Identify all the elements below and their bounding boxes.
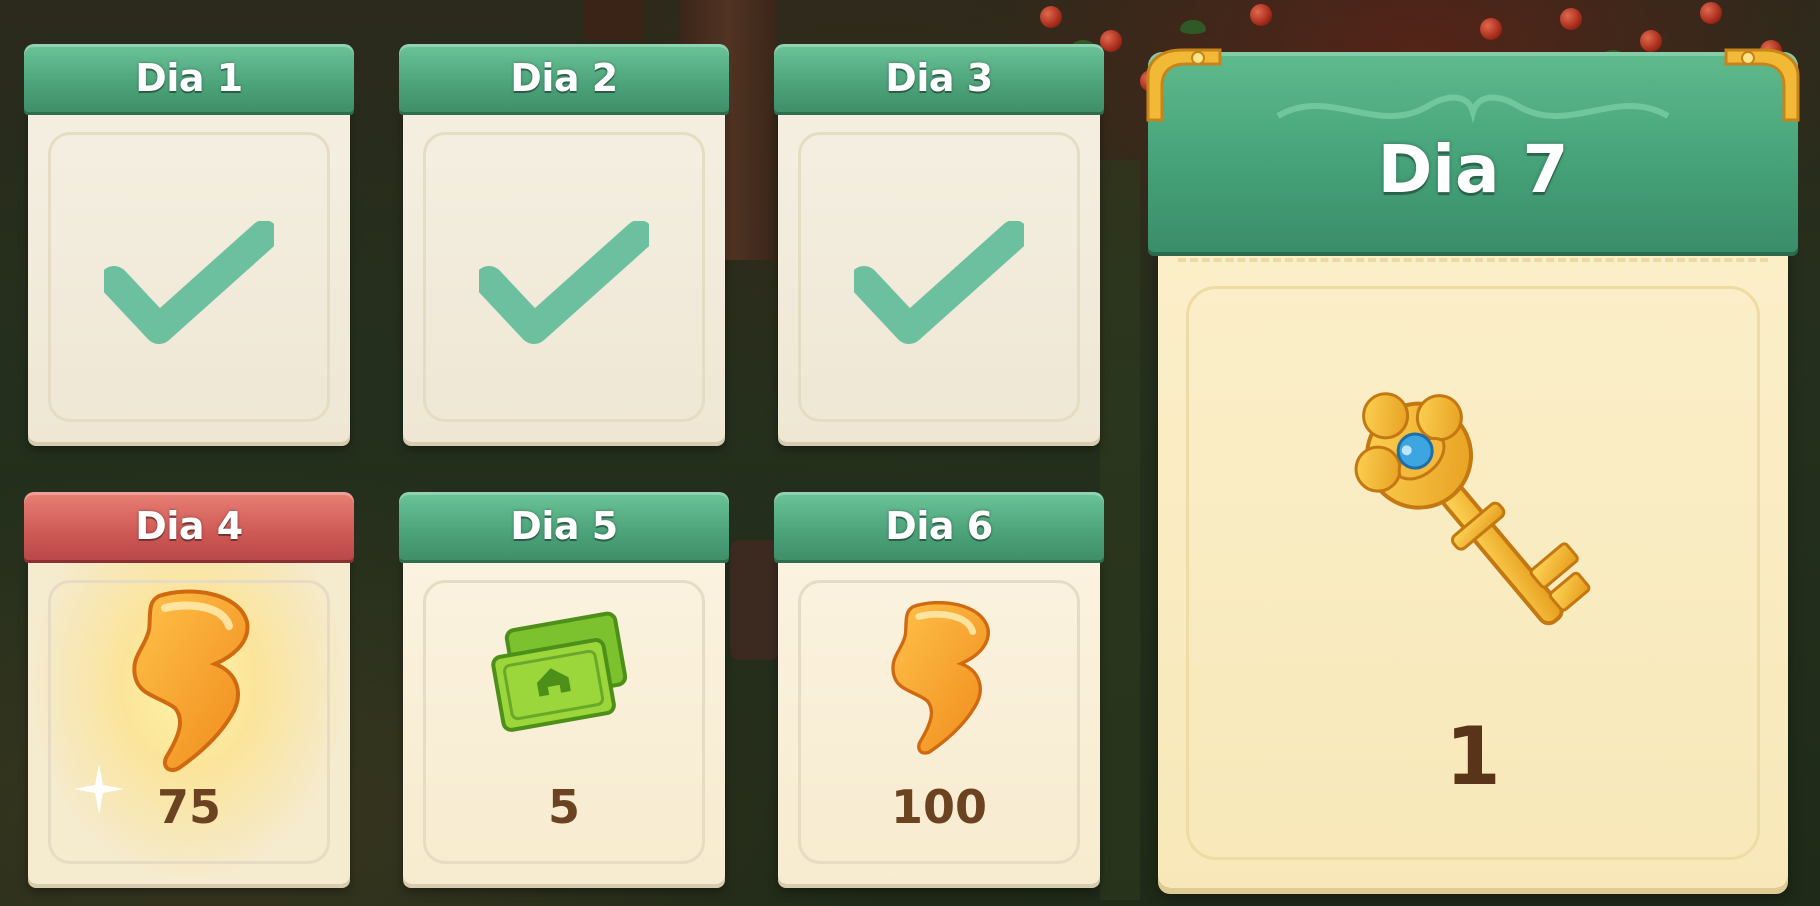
gold-corner-icon — [1146, 48, 1222, 122]
paper — [403, 102, 725, 442]
paper: 100 — [778, 550, 1100, 884]
day-banner: Dia 7 — [1148, 52, 1798, 252]
day-title: Dia 3 — [885, 56, 993, 100]
day-card-2: Dia 2 — [399, 44, 729, 442]
day-card-4[interactable]: 75 Dia 4 — [24, 492, 354, 884]
day-title: Dia 5 — [510, 504, 618, 548]
paper: 1 — [1158, 240, 1788, 888]
day-card-3: Dia 3 — [774, 44, 1104, 442]
day-card-5: 5 Dia 5 — [399, 492, 729, 884]
cash-icon — [491, 611, 628, 732]
day-title: Dia 4 — [135, 504, 243, 548]
paper: 75 — [28, 550, 350, 884]
day-banner: Dia 3 — [774, 44, 1104, 112]
energy-icon — [891, 600, 990, 755]
day-banner: Dia 4 — [24, 492, 354, 560]
checkmark-icon — [104, 220, 274, 344]
day-banner: Dia 5 — [399, 492, 729, 560]
day-card-6: 100 Dia 6 — [774, 492, 1104, 884]
paper — [28, 102, 350, 442]
ornament-icon — [1276, 94, 1670, 124]
paper — [778, 102, 1100, 442]
checkmark-icon — [479, 220, 649, 344]
energy-icon — [132, 589, 250, 773]
day-banner: Dia 6 — [774, 492, 1104, 560]
reward-quantity: 100 — [890, 780, 988, 834]
day-title: Dia 1 — [135, 56, 243, 100]
day-title: Dia 6 — [885, 504, 993, 548]
day-title: Dia 2 — [510, 56, 618, 100]
checkmark-icon — [854, 220, 1024, 344]
reward-quantity: 1 — [1445, 710, 1501, 803]
day-card-7: 1 Dia 7 — [1146, 48, 1800, 888]
gold-corner-icon — [1724, 48, 1800, 122]
day-banner: Dia 2 — [399, 44, 729, 112]
reward-quantity: 5 — [547, 780, 580, 834]
day-banner: Dia 1 — [24, 44, 354, 112]
reward-quantity: 75 — [156, 780, 221, 834]
day-card-1: Dia 1 — [24, 44, 354, 442]
paper: 5 — [403, 550, 725, 884]
golden-key-icon — [1354, 392, 1591, 626]
